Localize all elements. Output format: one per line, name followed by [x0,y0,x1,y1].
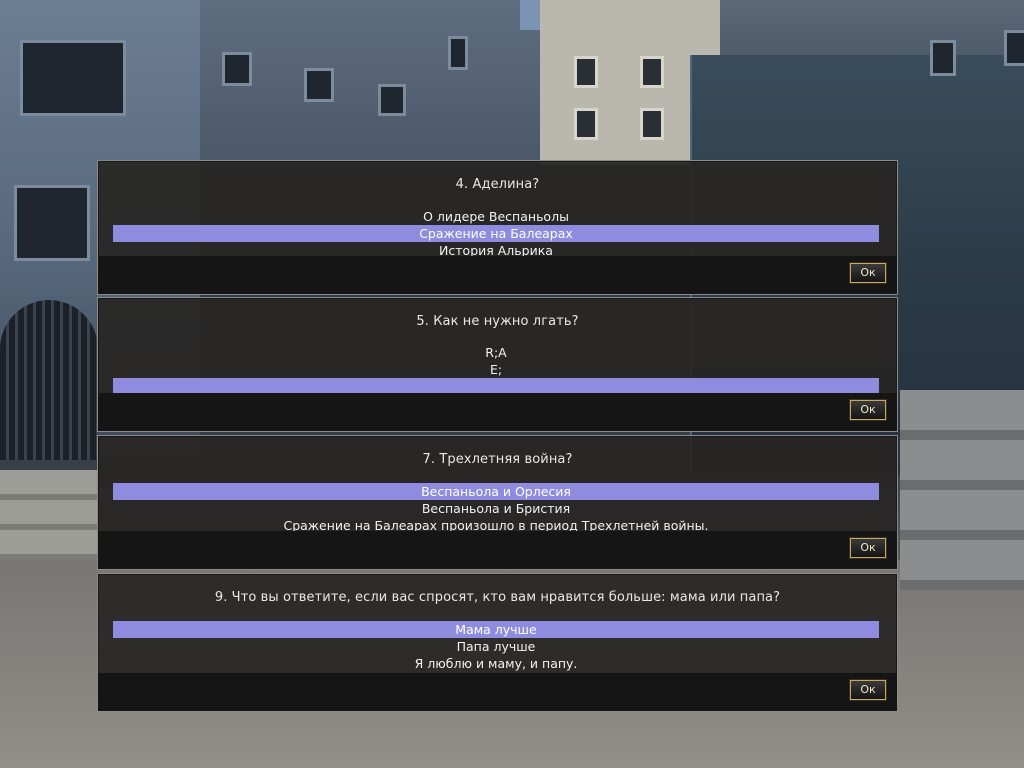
quiz-dialog-7: 7. Трехлетняя война? Веспаньола и Орлеси… [97,435,898,570]
answer-list: О лидере Веспаньолы Сражение на Балеарах… [113,208,879,259]
background-window [930,40,956,76]
dialog-footer: Ок [98,393,897,431]
background-steps-left [0,470,98,560]
background-window [640,108,664,140]
quiz-dialog-9: 9. Что вы ответите, если вас спросят, кт… [97,573,898,712]
background-window [378,84,406,116]
answer-option[interactable]: R;A [113,344,879,361]
background-window [448,36,468,70]
background-window [1004,30,1024,66]
dialog-footer: Ок [98,531,897,569]
answer-option-selected[interactable]: Мама лучше [113,621,879,638]
background-window [14,185,90,261]
answer-option[interactable]: Веспаньола и Бристия [113,500,879,517]
ok-button[interactable]: Ок [849,399,887,421]
dialog-footer: Ок [98,256,897,294]
dialog-footer: Ок [98,673,897,711]
quiz-dialog-5: 5. Как не нужно лгать? R;A E; Ок [97,297,898,432]
background-window [222,52,252,86]
background-window [304,68,334,102]
answer-option-selected[interactable]: Сражение на Балеарах [113,225,879,242]
background-window [20,40,126,116]
answer-list: Мама лучше Папа лучше Я люблю и маму, и … [113,621,879,672]
quiz-dialog-4: 4. Аделина? О лидере Веспаньолы Сражение… [97,160,898,295]
answer-option[interactable]: Я люблю и маму, и папу. [113,655,879,672]
background-gate [0,300,98,460]
game-scene: 4. Аделина? О лидере Веспаньолы Сражение… [0,0,1024,768]
question-text: 7. Трехлетняя война? [422,452,573,467]
background-window [574,56,598,88]
answer-option[interactable]: О лидере Веспаньолы [113,208,879,225]
answer-list: R;A E; [113,344,879,395]
background-window [640,56,664,88]
background-steps-right [900,390,1024,590]
background-window [574,108,598,140]
ok-button[interactable]: Ок [849,537,887,559]
answer-list: Веспаньола и Орлесия Веспаньола и Бристи… [113,483,879,534]
ok-button[interactable]: Ок [849,262,887,284]
question-text: 5. Как не нужно лгать? [416,314,579,329]
question-text: 9. Что вы ответите, если вас спросят, кт… [214,590,781,605]
answer-option[interactable]: E; [113,361,879,378]
answer-option[interactable]: Папа лучше [113,638,879,655]
ok-button[interactable]: Ок [849,679,887,701]
question-text: 4. Аделина? [455,177,540,192]
answer-option-selected[interactable]: Веспаньола и Орлесия [113,483,879,500]
